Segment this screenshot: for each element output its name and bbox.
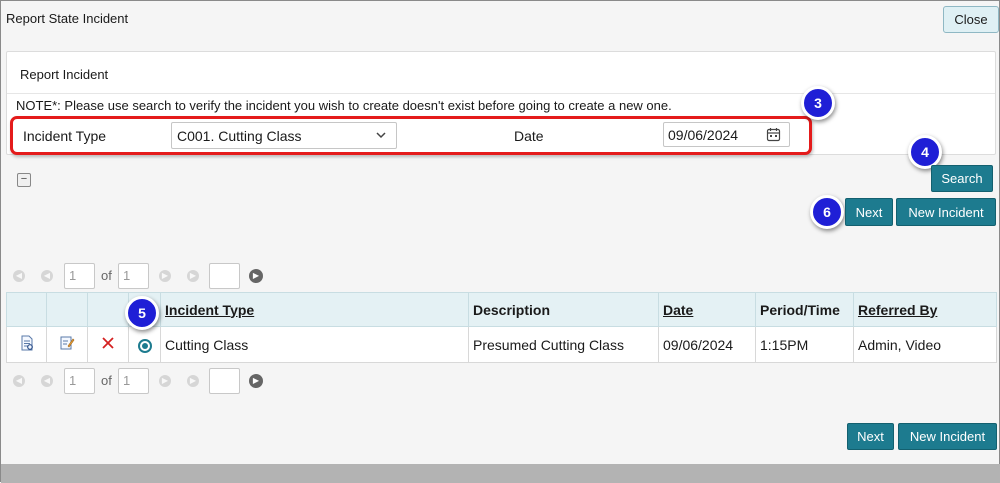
- step-marker-5: 5: [125, 296, 159, 330]
- pager-bottom: ◀ ◀ 1 of 1 ▶ ▶ ▶: [13, 368, 273, 394]
- next-button-top[interactable]: Next: [845, 198, 893, 226]
- page-total: 1: [118, 263, 149, 289]
- collapse-toggle-button[interactable]: −: [17, 173, 31, 187]
- first-page-icon[interactable]: ◀: [13, 375, 25, 387]
- date-field[interactable]: 09/06/2024: [663, 122, 790, 147]
- view-document-icon[interactable]: [19, 335, 35, 351]
- last-page-icon[interactable]: ▶: [187, 375, 199, 387]
- window-title: Report State Incident: [6, 11, 129, 26]
- step-marker-4: 4: [908, 135, 942, 169]
- report-state-incident-window: Report State Incident Close Report Incid…: [0, 0, 1000, 483]
- next-button-bottom[interactable]: Next: [847, 423, 894, 450]
- search-button[interactable]: Search: [931, 165, 993, 192]
- delete-cell: [87, 326, 129, 363]
- prev-page-icon[interactable]: ◀: [41, 270, 53, 282]
- select-radio[interactable]: [137, 338, 152, 353]
- page-of-label: of: [101, 373, 112, 388]
- header-description: Description: [468, 292, 659, 327]
- new-incident-button-top[interactable]: New Incident: [896, 198, 996, 226]
- header-referred-by[interactable]: Referred By: [853, 292, 997, 327]
- last-page-icon[interactable]: ▶: [187, 270, 199, 282]
- panel-title: Report Incident: [20, 67, 109, 82]
- delete-icon[interactable]: [101, 336, 115, 350]
- calendar-icon[interactable]: [766, 127, 781, 142]
- select-cell: [128, 326, 161, 363]
- next-page-icon[interactable]: ▶: [159, 270, 171, 282]
- bottom-bar: [1, 464, 1000, 483]
- page-number-input[interactable]: 1: [64, 263, 95, 289]
- cell-date: 09/06/2024: [658, 326, 756, 363]
- new-incident-button-bottom[interactable]: New Incident: [898, 423, 997, 450]
- incident-type-label: Incident Type: [23, 128, 107, 144]
- page-of-label: of: [101, 268, 112, 283]
- search-note: NOTE*: Please use search to verify the i…: [16, 98, 672, 113]
- date-value: 09/06/2024: [668, 127, 739, 143]
- cell-description: Presumed Cutting Class: [468, 326, 659, 363]
- header-delete: [87, 292, 129, 327]
- header-edit: [46, 292, 88, 327]
- table-row: Cutting Class Presumed Cutting Class 09/…: [6, 326, 997, 363]
- go-to-page-input[interactable]: [209, 368, 240, 394]
- go-to-page-input[interactable]: [209, 263, 240, 289]
- header-period-time: Period/Time: [755, 292, 854, 327]
- page-total: 1: [118, 368, 149, 394]
- go-page-icon[interactable]: ▶: [249, 269, 263, 283]
- date-label: Date: [514, 128, 544, 144]
- incident-type-value: C001. Cutting Class: [177, 128, 302, 144]
- prev-page-icon[interactable]: ◀: [41, 375, 53, 387]
- incident-form-row: Incident Type C001. Cutting Class Date 0…: [10, 116, 812, 155]
- step-marker-6: 6: [810, 195, 844, 229]
- pager-top: ◀ ◀ 1 of 1 ▶ ▶ ▶: [13, 263, 273, 289]
- first-page-icon[interactable]: ◀: [13, 270, 25, 282]
- header-date[interactable]: Date: [658, 292, 756, 327]
- incident-type-select[interactable]: C001. Cutting Class: [171, 122, 397, 149]
- cell-referred-by: Admin, Video: [853, 326, 997, 363]
- panel-header: Report Incident: [7, 52, 995, 94]
- step-marker-3: 3: [801, 86, 835, 120]
- go-page-icon[interactable]: ▶: [249, 374, 263, 388]
- cell-period-time: 1:15PM: [755, 326, 854, 363]
- close-button[interactable]: Close: [943, 6, 999, 33]
- header-incident-type[interactable]: Incident Type: [160, 292, 469, 327]
- view-cell: [6, 326, 47, 363]
- page-number-input[interactable]: 1: [64, 368, 95, 394]
- edit-cell: [46, 326, 88, 363]
- edit-icon[interactable]: [59, 335, 75, 351]
- header-view: [6, 292, 47, 327]
- chevron-down-icon: [376, 132, 386, 139]
- cell-incident-type: Cutting Class: [160, 326, 469, 363]
- next-page-icon[interactable]: ▶: [159, 375, 171, 387]
- report-incident-panel: Report Incident NOTE*: Please use search…: [6, 51, 996, 155]
